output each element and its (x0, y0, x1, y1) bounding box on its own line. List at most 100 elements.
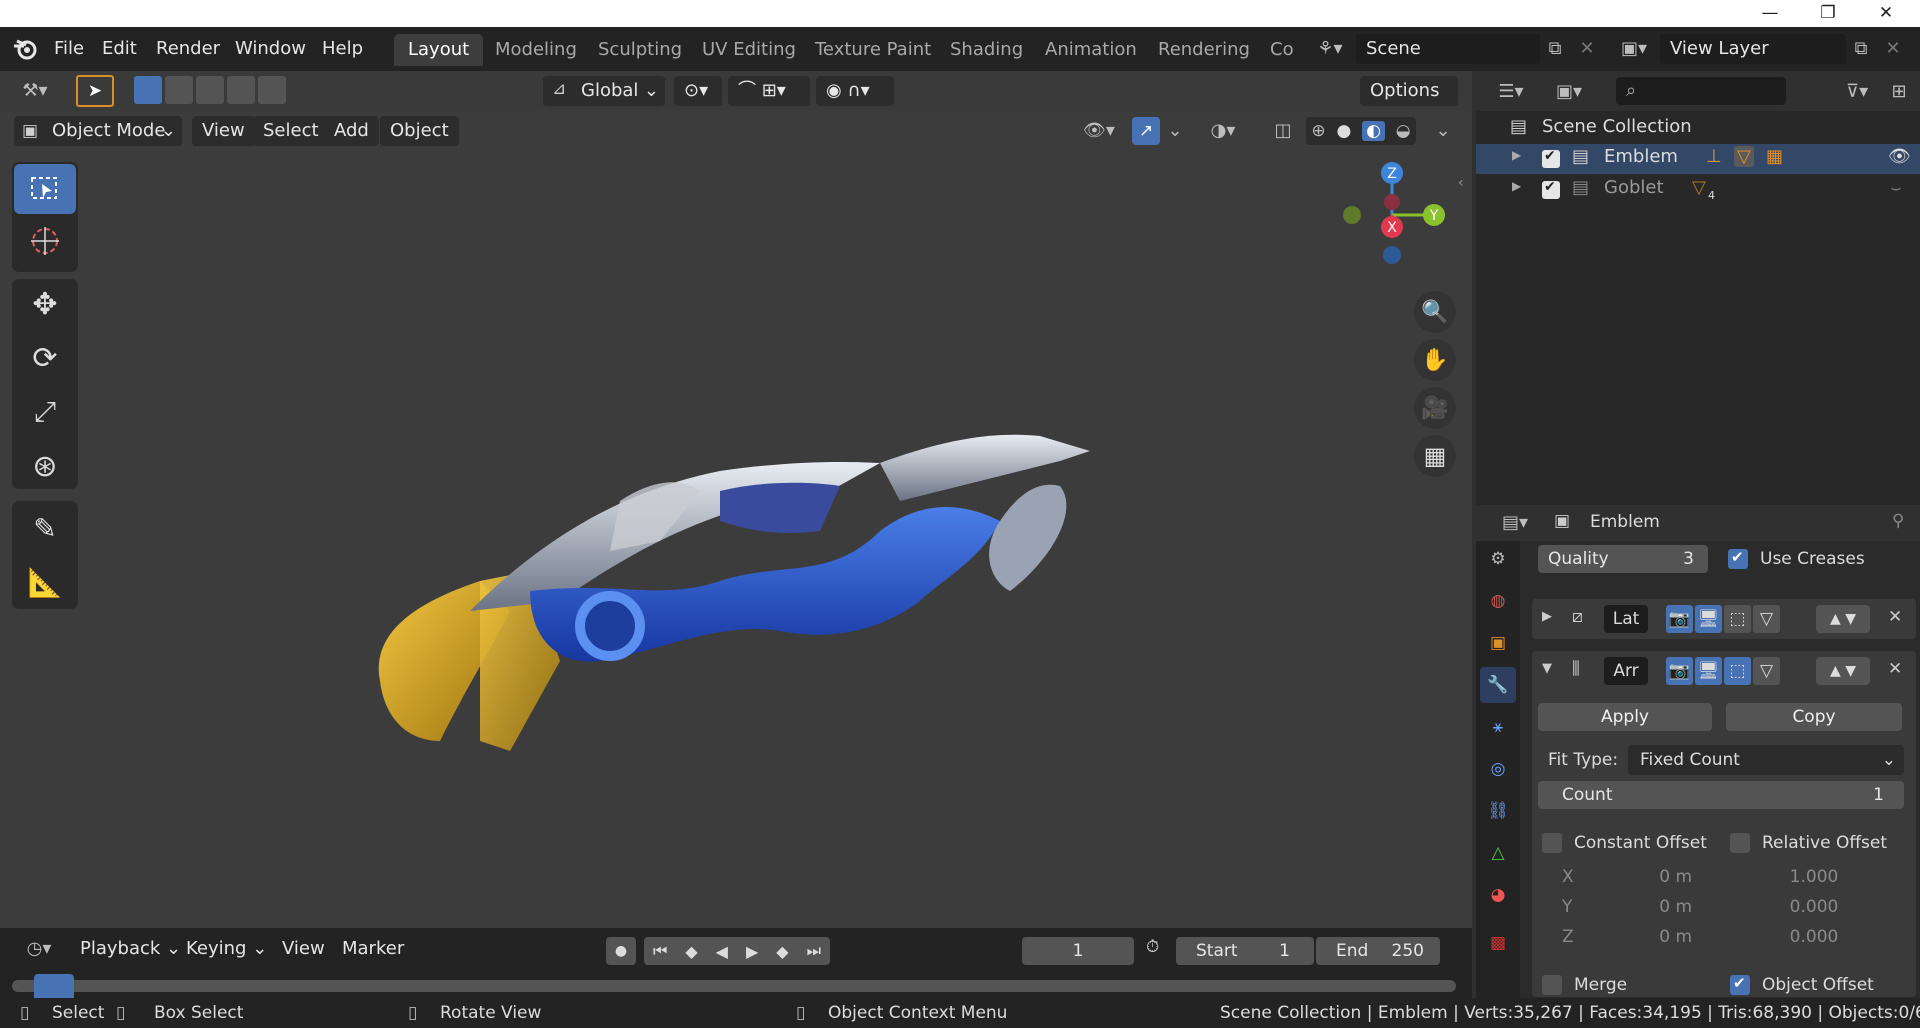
timeline-marker-menu[interactable]: Marker (332, 934, 414, 964)
options-dropdown[interactable]: Options ⌄ (1360, 76, 1458, 131)
scene-selector-icon[interactable]: ⚘▾ (1310, 36, 1350, 62)
navigation-gizmo[interactable]: Z Y X (1320, 157, 1460, 277)
expand-arrow-icon[interactable]: ▶ (1542, 609, 1552, 624)
mode-new-icon[interactable] (134, 76, 162, 104)
tab-particles-icon[interactable]: ⚹ (1480, 709, 1516, 745)
tab-texture-paint[interactable]: Texture Paint (801, 34, 945, 66)
tab-shading[interactable]: Shading (936, 34, 1037, 66)
playhead-indicator[interactable] (34, 974, 74, 998)
tab-world-icon[interactable]: ◍ (1480, 583, 1516, 619)
close-window-button[interactable]: ✕ (1858, 0, 1914, 27)
relative-offset-checkbox[interactable] (1730, 833, 1750, 853)
select-tool-icon[interactable]: ➤ (76, 75, 114, 107)
cage-icon[interactable]: ▽ (1753, 657, 1780, 685)
collapse-arrow-icon[interactable]: ▼ (1542, 661, 1552, 676)
remove-modifier-icon[interactable]: ✕ (1888, 659, 1902, 679)
tab-rendering[interactable]: Rendering (1144, 34, 1264, 66)
tab-modifiers-icon[interactable]: 🔧 (1480, 667, 1516, 703)
filter-icon[interactable]: ⊽▾ (1834, 79, 1880, 105)
object-offset-checkbox[interactable]: ✔ (1730, 974, 1750, 995)
delete-view-layer-icon[interactable]: ✕ (1880, 36, 1906, 62)
prev-keyframe-icon[interactable]: ◆ (685, 942, 697, 961)
solid-shading-icon[interactable]: ● (1336, 121, 1351, 141)
scene-field[interactable]: Scene (1356, 34, 1540, 64)
pivot-dropdown[interactable]: ⊙▾ (674, 76, 722, 106)
apply-button[interactable]: Apply (1538, 703, 1712, 731)
timeline-editor-type-icon[interactable]: ◷▾ (16, 936, 62, 962)
zoom-button[interactable]: 🔍 (1414, 291, 1456, 333)
play-reverse-icon[interactable]: ◀ (716, 942, 728, 961)
relative-offset-z-field[interactable]: 0.000 (1726, 923, 1902, 951)
timeline-scrollbar[interactable] (12, 980, 1456, 992)
new-view-layer-icon[interactable]: ⧉ (1848, 36, 1874, 62)
play-icon[interactable]: ▶ (746, 942, 758, 961)
maximize-button[interactable]: ❐ (1800, 0, 1856, 27)
tab-animation[interactable]: Animation (1031, 34, 1151, 66)
menu-render[interactable]: Render (156, 38, 220, 62)
exclude-checkbox[interactable]: ✔ (1542, 148, 1560, 168)
next-keyframe-icon[interactable]: ◆ (776, 942, 788, 961)
start-frame-field[interactable]: Start 1 (1176, 937, 1314, 965)
object-mode-dropdown[interactable]: Object Mode ⌄ (14, 116, 182, 146)
mode-invert-icon[interactable] (227, 76, 255, 104)
stopwatch-icon[interactable]: ⏱ (1146, 937, 1159, 957)
expand-arrow-icon[interactable]: ▶ (1512, 179, 1521, 193)
annotate-tool[interactable]: ✎ (14, 503, 76, 553)
emblem-3d-model[interactable] (360, 381, 1140, 761)
view-layer-selector-icon[interactable]: ▣▾ (1614, 36, 1654, 62)
menu-window[interactable]: Window (235, 38, 306, 62)
cage-icon[interactable]: ▽ (1753, 605, 1780, 633)
menu-select[interactable]: Select (253, 116, 329, 146)
count-field[interactable]: Count 1 (1538, 781, 1904, 809)
tab-physics-icon[interactable]: ◎ (1480, 751, 1516, 787)
outliner-row-emblem[interactable]: ▶ ✔ ▤ Emblem ⊥ ▽ ▦ 👁 (1476, 144, 1920, 174)
overlays-icon[interactable]: ◑▾ (1200, 118, 1246, 144)
pan-button[interactable]: ✋ (1414, 339, 1456, 381)
monitor-icon[interactable]: 🖥 (1695, 605, 1722, 633)
menu-file[interactable]: File (54, 38, 84, 62)
sidebar-toggle-icon[interactable]: ‹ (1458, 175, 1464, 191)
xray-toggle-icon[interactable]: ◫ (1270, 118, 1296, 144)
tab-modeling[interactable]: Modeling (481, 34, 591, 66)
editmode-icon[interactable]: ⬚ (1724, 605, 1751, 633)
outliner-editor-type-icon[interactable]: ☰▾ (1488, 79, 1534, 105)
menu-view[interactable]: View (192, 116, 255, 146)
expand-arrow-icon[interactable]: ▶ (1512, 148, 1521, 162)
tab-scene-icon[interactable]: ⚙ (1480, 541, 1516, 577)
playback-dropdown[interactable]: Playback ⌄ (70, 934, 191, 964)
menu-object[interactable]: Object (380, 116, 459, 146)
timeline-view-menu[interactable]: View (272, 934, 335, 964)
wireframe-shading-icon[interactable]: ⊕ (1311, 121, 1325, 141)
outliner-row-scene-collection[interactable]: ▤ Scene Collection (1476, 114, 1920, 144)
use-creases-checkbox[interactable]: ✔ (1728, 548, 1748, 569)
select-box-tool[interactable] (14, 164, 76, 214)
constant-offset-checkbox[interactable] (1542, 833, 1562, 853)
new-scene-icon[interactable]: ⧉ (1542, 36, 1568, 62)
display-mode-icon[interactable]: ▣▾ (1546, 79, 1592, 105)
cursor-tool[interactable] (14, 216, 76, 266)
eye-icon[interactable]: 👁 (1888, 146, 1911, 167)
gizmo-toggle-icon[interactable]: ↗ (1132, 117, 1160, 145)
tab-constraints-icon[interactable]: ⛓ (1480, 793, 1516, 829)
ortho-toggle-button[interactable]: ▦ (1414, 435, 1456, 477)
mode-extend-icon[interactable] (165, 76, 193, 104)
jump-start-icon[interactable]: ⏮ (653, 941, 667, 961)
menu-edit[interactable]: Edit (102, 38, 137, 62)
delete-scene-icon[interactable]: ✕ (1574, 36, 1600, 62)
tab-compositing[interactable]: Co (1256, 34, 1296, 66)
tab-material-icon[interactable]: ◕ (1480, 877, 1516, 913)
minimize-button[interactable]: — (1742, 0, 1798, 27)
3d-viewport[interactable]: ⚒▾ ➤ Global⌄ ⊿ ⊙▾ ⌒ ⊞▾ ◉ ∩▾ Options ⌄ Ob… (0, 71, 1472, 928)
measure-tool[interactable]: 📐 (14, 557, 76, 607)
shading-options-icon[interactable]: ⌄ (1430, 118, 1456, 144)
merge-checkbox[interactable] (1542, 975, 1562, 995)
move-tool[interactable]: ✥ (14, 279, 76, 329)
transform-tool[interactable]: ⊛ (14, 441, 76, 491)
editor-type-icon[interactable]: ⚒▾ (12, 78, 58, 104)
mesh-icon[interactable]: ▽ (1692, 177, 1706, 198)
jump-end-icon[interactable]: ⏭ (807, 941, 821, 961)
record-button[interactable]: ● (606, 937, 636, 965)
hidden-eye-icon[interactable]: ⌣ (1890, 177, 1902, 198)
tab-texture-icon[interactable]: ▩ (1480, 925, 1516, 961)
visibility-dropdown-icon[interactable]: 👁▾ (1076, 118, 1122, 144)
